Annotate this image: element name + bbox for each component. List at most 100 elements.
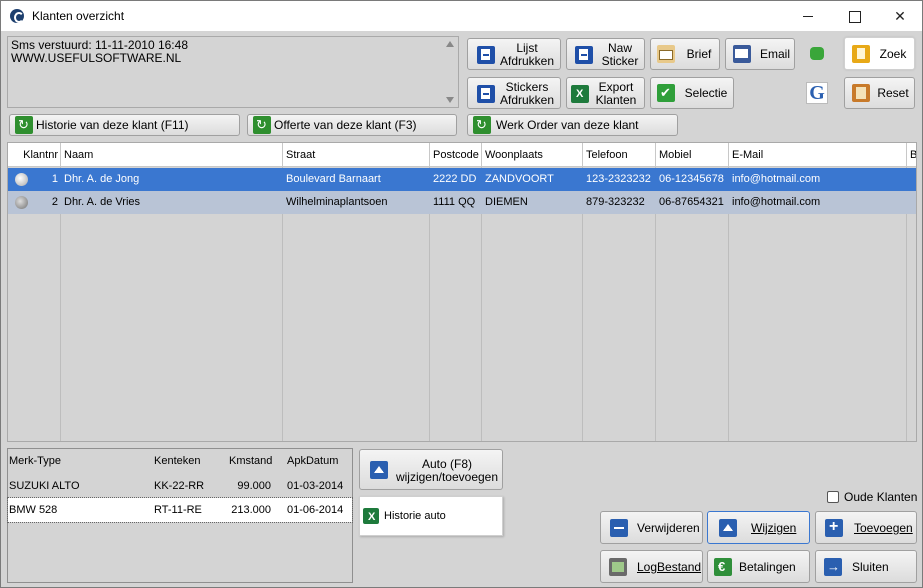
sms-icon[interactable] — [810, 47, 824, 60]
google-icon[interactable]: G — [806, 82, 828, 104]
sluiten-label: Sluiten — [852, 560, 889, 574]
cell-telefoon: 879-323232 — [586, 196, 645, 208]
historie-auto-menu[interactable]: Historie auto — [359, 496, 503, 536]
vehicle-merk: SUZUKI ALTO — [9, 480, 80, 492]
print-list-icon — [477, 46, 495, 64]
minimize-button[interactable] — [785, 1, 831, 31]
cell-woonplaats: ZANDVOORT — [485, 173, 554, 185]
check-icon — [657, 84, 675, 102]
vehicle-header-apk: ApkDatum — [287, 455, 339, 467]
email-label: Email — [759, 47, 790, 61]
sluiten-button[interactable]: Sluiten — [815, 550, 917, 583]
logbestand-label: LogBestand — [637, 560, 702, 574]
col-header-mobiel[interactable]: Mobiel — [656, 143, 729, 167]
excel-icon — [363, 508, 379, 526]
title-bar: Klanten overzicht ✕ — [1, 1, 922, 31]
zoek-button[interactable]: Zoek — [844, 37, 915, 70]
vehicle-row[interactable]: BMW 528 RT-11-RE 213.000 01-06-2014 — [7, 497, 353, 523]
logbestand-button[interactable]: LogBestand — [600, 550, 703, 583]
sms-status-text: Sms verstuurd: 11-11-2010 16:48 WWW.USEF… — [11, 38, 188, 65]
toevoegen-label: Toevoegen — [854, 521, 913, 535]
offerte-klant-button[interactable]: Offerte van deze klant (F3) — [247, 114, 457, 136]
vehicle-kenteken: KK-22-RR — [154, 480, 205, 492]
money-icon — [714, 558, 732, 576]
naw-sticker-label-1: Naw — [607, 41, 632, 55]
export-klanten-button[interactable]: ExportKlanten — [566, 77, 645, 109]
reset-button[interactable]: Reset — [844, 77, 915, 109]
sms-status-textarea[interactable]: Sms verstuurd: 11-11-2010 16:48 WWW.USEF… — [7, 36, 459, 108]
verwijderen-label: Verwijderen — [637, 521, 700, 535]
col-header-email[interactable]: E-Mail — [729, 143, 907, 167]
edit-up-icon — [370, 461, 388, 479]
checkbox-box[interactable] — [827, 491, 839, 503]
lijst-afdrukken-label-2: Afdrukken — [499, 54, 555, 68]
col-header-postcode[interactable]: Postcode — [430, 143, 482, 167]
naw-sticker-button[interactable]: Naw Sticker — [566, 38, 645, 70]
cell-email: info@hotmail.com — [732, 173, 821, 185]
search-icon — [852, 45, 870, 63]
email-icon — [733, 45, 751, 63]
wijzigen-label: Wijzigen — [751, 521, 797, 535]
table-row[interactable]: 1 Dhr. A. de Jong Boulevard Barnaart 222… — [8, 168, 916, 191]
table-row[interactable]: 2 Dhr. A. de Vries Wilhelminaplantsoen 1… — [8, 191, 916, 214]
window: Klanten overzicht ✕ Sms verstuurd: 11-11… — [0, 0, 923, 588]
brief-button[interactable]: Brief — [650, 38, 720, 70]
col-header-telefoon[interactable]: Telefoon — [583, 143, 656, 167]
col-header-ba[interactable]: Ba — [907, 143, 916, 167]
zoek-label: Zoek — [879, 47, 907, 61]
cell-klantnr: 2 — [51, 196, 58, 208]
cell-email: info@hotmail.com — [732, 196, 821, 208]
plus-icon — [825, 518, 843, 537]
cell-straat: Boulevard Barnaart — [286, 173, 381, 185]
auto-label-1: Auto (F8) — [421, 457, 472, 471]
col-header-woonplaats[interactable]: Woonplaats — [482, 143, 583, 167]
auto-wijzigen-button[interactable]: Auto (F8) wijzigen/toevoegen — [359, 449, 503, 490]
reset-label: Reset — [877, 86, 909, 100]
lijst-afdrukken-label-1: Lijst — [516, 41, 538, 55]
stickers-afdrukken-button[interactable]: Stickers Afdrukken — [467, 77, 561, 109]
naw-sticker-label-2: Sticker — [601, 54, 639, 68]
maximize-button[interactable] — [831, 1, 877, 31]
cell-postcode: 2222 DD — [433, 173, 477, 185]
col-header-klantnr[interactable]: Klantnr — [8, 143, 61, 167]
excel-icon — [571, 85, 589, 103]
vehicle-row[interactable]: SUZUKI ALTO KK-22-RR 99.000 01-03-2014 — [8, 474, 352, 498]
customers-grid[interactable]: Klantnr Naam Straat Postcode Woonplaats … — [7, 142, 917, 442]
historie-klant-label: Historie van deze klant (F11) — [36, 118, 189, 132]
sticker-icon — [575, 46, 593, 64]
werk-order-button[interactable]: Werk Order van deze klant — [467, 114, 678, 136]
cell-naam: Dhr. A. de Vries — [64, 196, 141, 208]
customers-grid-header: Klantnr Naam Straat Postcode Woonplaats … — [8, 143, 916, 167]
scroll-up-icon[interactable] — [446, 41, 454, 47]
verwijderen-button[interactable]: Verwijderen — [600, 511, 703, 544]
toevoegen-button[interactable]: Toevoegen — [815, 511, 917, 544]
vehicle-kmstand: 213.000 — [231, 504, 271, 516]
lijst-afdrukken-button[interactable]: Lijst Afdrukken — [467, 38, 561, 70]
textarea-scrollbar[interactable] — [442, 37, 458, 107]
betalingen-button[interactable]: Betalingen — [707, 550, 810, 583]
vehicle-header-kmstand: Kmstand — [229, 455, 273, 467]
print-stickers-icon — [477, 85, 495, 103]
col-header-straat[interactable]: Straat — [283, 143, 430, 167]
vehicle-kmstand: 99.000 — [237, 480, 271, 492]
export-klanten-label-2: Klanten — [595, 93, 637, 107]
col-header-naam[interactable]: Naam — [61, 143, 283, 167]
historie-klant-button[interactable]: Historie van deze klant (F11) — [9, 114, 240, 136]
vehicle-apk: 01-03-2014 — [287, 480, 344, 492]
refresh-icon — [253, 116, 271, 134]
vehicle-kenteken: RT-11-RE — [154, 504, 202, 516]
vehicle-merk: BMW 528 — [9, 504, 58, 516]
betalingen-label: Betalingen — [739, 560, 796, 574]
vehicle-apk: 01-06-2014 — [287, 504, 344, 516]
scroll-down-icon[interactable] — [446, 97, 454, 103]
stickers-afdrukken-label-2: Afdrukken — [499, 93, 555, 107]
log-icon — [609, 558, 627, 576]
vehicles-grid[interactable]: Merk-Type Kenteken Kmstand ApkDatum SUZU… — [7, 448, 353, 583]
close-button[interactable]: ✕ — [877, 1, 923, 31]
refresh-icon — [15, 116, 33, 134]
cell-woonplaats: DIEMEN — [485, 196, 528, 208]
email-button[interactable]: Email — [725, 38, 795, 70]
selectie-button[interactable]: Selectie — [650, 77, 734, 109]
vehicle-header-kenteken: Kenteken — [154, 455, 201, 467]
wijzigen-button[interactable]: Wijzigen — [707, 511, 810, 544]
